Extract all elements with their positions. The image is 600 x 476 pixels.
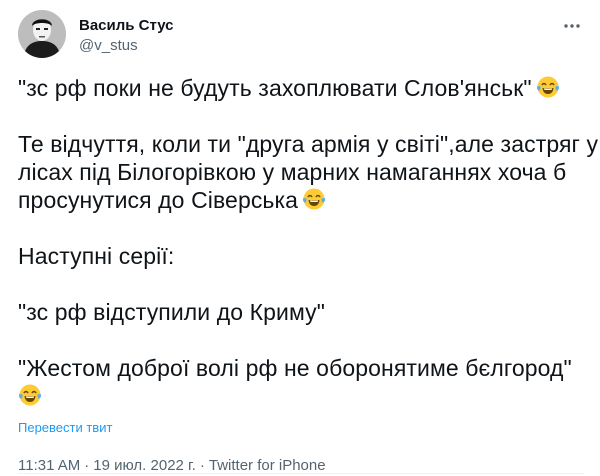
- avatar[interactable]: [18, 10, 66, 58]
- more-options-button[interactable]: [560, 14, 584, 38]
- tweet-card: Василь Стус @v_stus "зс рф поки не будут…: [0, 0, 600, 474]
- meta-separator: ·: [84, 457, 90, 474]
- tweet-header: Василь Стус @v_stus: [18, 10, 584, 66]
- tweet-line: "зс рф поки не будуть захоплювати Слов'я…: [18, 74, 584, 102]
- more-dots-icon: [564, 24, 580, 28]
- user-handle[interactable]: @v_stus: [79, 36, 560, 56]
- translate-tweet-link[interactable]: Перевести твит: [18, 420, 112, 436]
- tweet-line: [18, 382, 584, 410]
- tweet-line: просунутися до Сіверська: [18, 186, 584, 214]
- tweet-date[interactable]: 19 июл. 2022 г.: [93, 457, 196, 474]
- display-name[interactable]: Василь Стус: [79, 16, 560, 36]
- tweet-line: "зс рф відступили до Криму": [18, 299, 326, 325]
- tweet-line: "Жестом доброї волі рф не оборонятиме бє…: [18, 355, 572, 381]
- author-names: Василь Стус @v_stus: [79, 16, 560, 56]
- tweet-line: Наступні серії:: [18, 243, 175, 269]
- tears-of-joy-emoji-icon: [536, 75, 560, 99]
- tweet-line: Те відчуття, коли ти "друга армія у світ…: [18, 131, 599, 157]
- tears-of-joy-emoji-icon: [302, 187, 326, 211]
- tweet-text: "зс рф поки не будуть захоплювати Слов'я…: [18, 74, 599, 410]
- tweet-time[interactable]: 11:31 AM: [18, 457, 80, 474]
- tweet-source[interactable]: Twitter for iPhone: [209, 457, 326, 474]
- meta-separator: ·: [199, 457, 205, 474]
- tweet-line: лісах під Білогорівкою у марних намаганн…: [18, 159, 567, 185]
- tears-of-joy-emoji-icon: [18, 383, 42, 407]
- avatar-portrait-icon: [18, 10, 66, 58]
